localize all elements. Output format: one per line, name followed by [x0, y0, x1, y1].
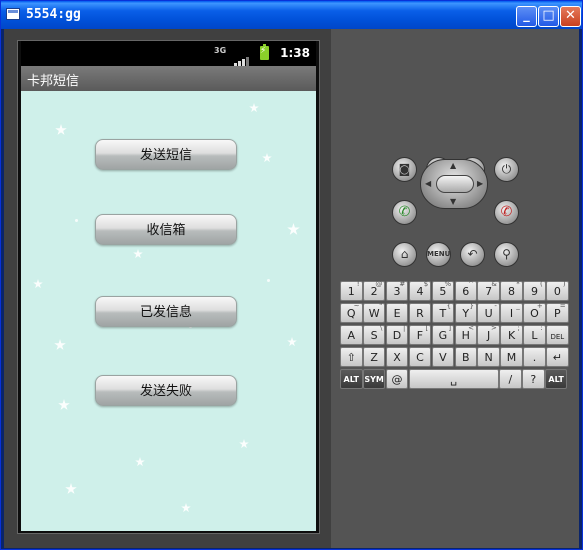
key-1[interactable]: 1! — [340, 280, 363, 301]
dot-decoration — [75, 219, 78, 222]
key-del[interactable]: DEL — [546, 325, 569, 345]
key-5[interactable]: 5% — [431, 280, 455, 301]
key-alt-right[interactable]: ALT — [544, 369, 568, 389]
key-d[interactable]: D | — [385, 324, 409, 345]
send-failed-button[interactable]: 发送失败 — [95, 375, 237, 406]
signal-icon — [234, 48, 250, 67]
star-decoration — [249, 103, 259, 113]
dot-decoration — [267, 279, 270, 282]
star-decoration — [135, 457, 145, 467]
star-decoration — [287, 223, 300, 235]
dpad-right-icon[interactable]: ▶ — [477, 179, 483, 188]
key-r[interactable]: R — [408, 303, 432, 323]
camera-icon[interactable]: ◙ — [392, 157, 417, 182]
dpad-left-icon[interactable]: ◀ — [425, 179, 431, 188]
status-bar: 3G 1:38 — [21, 41, 316, 67]
app-content: 发送短信 收信箱 已发信息 发送失败 — [21, 91, 316, 531]
key-slash[interactable]: / — [499, 369, 522, 389]
key-h[interactable]: H < — [454, 324, 477, 345]
key-t[interactable]: T{ — [431, 302, 455, 323]
key-w[interactable]: W " — [362, 302, 386, 323]
key-8[interactable]: 8 * — [500, 280, 523, 301]
dpad-center-button[interactable] — [436, 175, 474, 193]
key-v[interactable]: V — [431, 347, 455, 367]
window-icon — [6, 8, 20, 20]
key-n[interactable]: N — [477, 347, 500, 367]
key-s[interactable]: S \ — [362, 324, 386, 345]
key-sym[interactable]: SYM — [362, 369, 386, 389]
key-z[interactable]: Z — [362, 347, 386, 367]
star-decoration — [65, 483, 77, 494]
key-j[interactable]: J > — [477, 324, 500, 345]
key-y[interactable]: Y} — [454, 302, 477, 323]
maximize-button[interactable]: □ — [538, 6, 559, 27]
status-time: 1:38 — [280, 46, 310, 60]
key-i[interactable]: I _ — [500, 302, 523, 323]
dpad-up-icon[interactable]: ▲ — [450, 161, 456, 170]
key-6[interactable]: 6 ^ — [454, 280, 477, 301]
key-3[interactable]: 3 # — [385, 280, 409, 301]
key-f[interactable]: F[ — [408, 324, 432, 345]
key-4[interactable]: 4 $ — [408, 280, 432, 301]
inbox-button[interactable]: 收信箱 — [95, 214, 237, 245]
key-.[interactable]: . — [523, 347, 546, 367]
star-decoration — [239, 439, 249, 449]
key-e[interactable]: E ` — [385, 302, 409, 323]
menu-button[interactable]: MENU — [426, 242, 451, 267]
minimize-button[interactable]: _ — [516, 6, 537, 27]
key-c[interactable]: C — [408, 347, 432, 367]
key-u[interactable]: U- — [477, 302, 500, 323]
key-m[interactable]: M — [500, 347, 523, 367]
app-title-bar: 卡邦短信 — [21, 66, 316, 91]
send-sms-button[interactable]: 发送短信 — [95, 139, 237, 170]
star-decoration — [181, 503, 191, 513]
key-q[interactable]: Q ~ — [340, 302, 363, 323]
key-9[interactable]: 9( — [523, 280, 546, 301]
key-⇧[interactable]: ⇧ — [340, 347, 363, 367]
dpad-down-icon[interactable]: ▼ — [450, 197, 456, 206]
key-l[interactable]: L: — [523, 324, 546, 345]
star-decoration — [58, 399, 70, 410]
battery-charging-icon — [260, 44, 269, 60]
key-space[interactable]: ␣ — [408, 369, 499, 389]
star-decoration — [55, 124, 67, 135]
sent-messages-button[interactable]: 已发信息 — [95, 296, 237, 327]
star-decoration — [133, 249, 143, 259]
window-title: 5554:gg — [26, 7, 81, 22]
key-2[interactable]: 2 @ — [362, 280, 386, 301]
star-decoration — [287, 337, 297, 347]
key-b[interactable]: B — [454, 347, 477, 367]
search-icon[interactable]: ⚲ — [494, 242, 519, 267]
key-g[interactable]: G] — [431, 324, 455, 345]
end-call-icon[interactable]: ✆ — [494, 200, 519, 225]
star-decoration — [54, 339, 66, 350]
power-icon[interactable]: ⏻ — [494, 157, 519, 182]
app-title: 卡邦短信 — [27, 74, 80, 89]
emulator-window: 5554:gg _ □ ✕ 3G 1:38 卡邦短信 — [0, 0, 583, 550]
home-icon[interactable]: ⌂ — [392, 242, 417, 267]
hardware-keyboard: 1! 2 @3 #4 $5% 6 ^ 7 & 8 * 9(0) Q ~ W " E ` R T{Y} U - I _ O + P = A… — [340, 280, 569, 393]
key-o[interactable]: O + — [523, 302, 546, 323]
key-alt[interactable]: ALT — [340, 369, 363, 389]
key-p[interactable]: P = — [546, 302, 569, 323]
key-0[interactable]: 0) — [546, 280, 569, 301]
star-decoration — [262, 153, 272, 163]
key-x[interactable]: X — [385, 347, 409, 367]
phone-screen: 3G 1:38 卡邦短信 — [17, 40, 320, 534]
key-k[interactable]: K; — [500, 324, 523, 345]
key-a[interactable]: A — [340, 325, 363, 345]
key-↵[interactable]: ↵ — [546, 347, 569, 367]
title-bar[interactable]: 5554:gg _ □ ✕ — [1, 1, 582, 29]
back-icon[interactable]: ↶ — [460, 242, 485, 267]
star-decoration — [33, 279, 43, 289]
close-button[interactable]: ✕ — [560, 6, 581, 27]
key-question[interactable]: ? — [522, 369, 545, 389]
key-at[interactable]: @ — [385, 369, 409, 389]
network-3g-icon: 3G — [214, 46, 227, 55]
call-icon[interactable]: ✆ — [392, 200, 417, 225]
key-7[interactable]: 7 & — [477, 280, 500, 301]
